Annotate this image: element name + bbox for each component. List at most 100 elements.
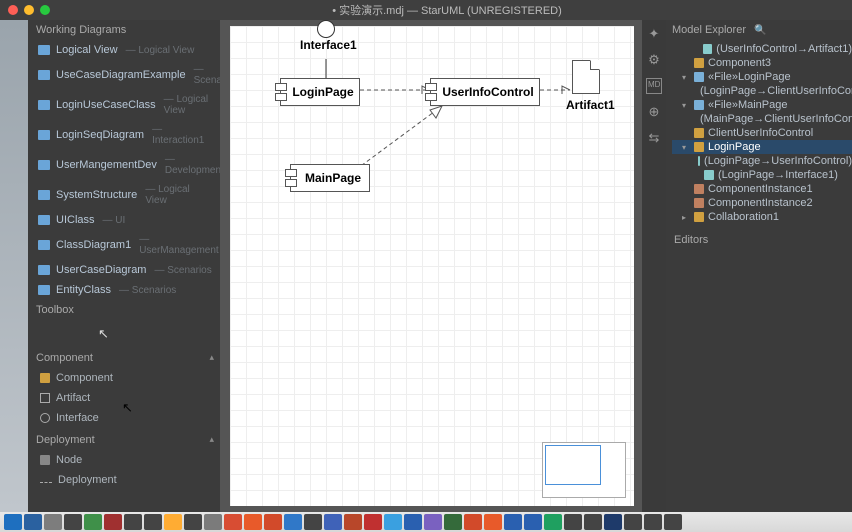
diagram-label: EntityClass [56,284,111,296]
tree-item[interactable]: (UserInfoControl→Artifact1) [672,42,852,56]
working-diagram-item[interactable]: UserCaseDiagram— Scenarios [28,260,220,280]
taskbar-app-icon[interactable] [464,514,482,530]
taskbar-app-icon[interactable] [244,514,262,530]
taskbar-app-icon[interactable] [644,514,662,530]
desktop-left-strip [0,20,28,512]
tree-item[interactable]: ClientUserInfoControl [672,126,852,140]
taskbar-app-icon[interactable] [164,514,182,530]
tree-item[interactable]: (LoginPage→UserInfoControl) [672,154,852,168]
working-diagrams-header[interactable]: Working Diagrams [28,20,220,40]
working-diagram-item[interactable]: UserMangementDev— Development [28,150,220,180]
markdown-icon[interactable]: MD [646,78,662,94]
toolbox-component-header[interactable]: Component [28,348,220,368]
taskbar-app-icon[interactable] [24,514,42,530]
settings-icon[interactable]: ⚙ [646,52,662,68]
tree-item[interactable]: ▾«File»LoginPage [672,70,852,84]
taskbar-app-icon[interactable] [264,514,282,530]
working-diagram-item[interactable]: LoginUseCaseClass— Logical View [28,90,220,120]
taskbar-app-icon[interactable] [104,514,122,530]
extensions-icon[interactable]: ✦ [646,26,662,42]
taskbar-app-icon[interactable] [504,514,522,530]
tree-item[interactable]: ComponentInstance2 [672,196,852,210]
taskbar-app-icon[interactable] [604,514,622,530]
taskbar-app-icon[interactable] [584,514,602,530]
uml-component-userinfocontrol[interactable]: UserInfoControl [430,78,540,106]
working-diagram-item[interactable]: SystemStructure— Logical View [28,180,220,210]
taskbar-app-icon[interactable] [564,514,582,530]
caret-icon: ▾ [682,73,690,82]
os-taskbar [0,512,852,532]
share-icon[interactable]: ⇆ [646,130,662,146]
minimize-icon[interactable] [24,5,34,15]
working-diagram-item[interactable]: UseCaseDiagramExample— Scenari [28,60,220,90]
diagram-label: ClassDiagram1 [56,239,131,251]
taskbar-app-icon[interactable] [204,514,222,530]
taskbar-app-icon[interactable] [544,514,562,530]
taskbar-app-icon[interactable] [124,514,142,530]
uml-artifact[interactable] [572,60,600,94]
taskbar-app-icon[interactable] [4,514,22,530]
diagram-label: UseCaseDiagramExample [56,69,186,81]
diagram-label: LoginUseCaseClass [56,99,156,111]
diagram-icon [38,130,50,140]
uml-interface-circle[interactable] [317,20,335,38]
taskbar-app-icon[interactable] [404,514,422,530]
toolbox-item-deployment[interactable]: Deployment [28,470,220,490]
target-icon[interactable]: ⊕ [646,104,662,120]
taskbar-app-icon[interactable] [424,514,442,530]
toolbox-item-component[interactable]: Component [28,368,220,388]
taskbar-app-icon[interactable] [224,514,242,530]
editors-header[interactable]: Editors [666,230,852,250]
inst-icon [694,198,704,208]
int-icon [40,413,50,423]
taskbar-app-icon[interactable] [84,514,102,530]
toolbox-item-node[interactable]: Node [28,450,220,470]
working-diagram-item[interactable]: Logical View— Logical View [28,40,220,60]
diagram-label: Logical View [56,44,118,56]
taskbar-app-icon[interactable] [624,514,642,530]
tree-item[interactable]: ▸Collaboration1 [672,210,852,224]
working-diagram-item[interactable]: LoginSeqDiagram— Interaction1 [28,120,220,150]
taskbar-app-icon[interactable] [304,514,322,530]
minimap[interactable] [542,442,626,498]
toolbox-header[interactable]: Toolbox [28,300,220,320]
toolbox-item-interface[interactable]: Interface [28,408,220,428]
taskbar-app-icon[interactable] [44,514,62,530]
toolbox-item-artifact[interactable]: Artifact [28,388,220,408]
canvas-area[interactable]: Interface1 LoginPage UserInfoControl Mai… [220,20,642,512]
tree-item[interactable]: Component3 [672,56,852,70]
uml-component-loginpage[interactable]: LoginPage [280,78,360,106]
tree-item[interactable]: (LoginPage→Interface1) [672,168,852,182]
taskbar-app-icon[interactable] [484,514,502,530]
tree-item[interactable]: ▾LoginPage [672,140,852,154]
close-icon[interactable] [8,5,18,15]
taskbar-app-icon[interactable] [324,514,342,530]
taskbar-app-icon[interactable] [444,514,462,530]
taskbar-app-icon[interactable] [344,514,362,530]
taskbar-app-icon[interactable] [524,514,542,530]
taskbar-app-icon[interactable] [64,514,82,530]
toolbox-item-label: Interface [56,412,99,424]
working-diagram-item[interactable]: UIClass— UI [28,210,220,230]
minimap-viewport[interactable] [545,445,601,485]
tree-item[interactable]: ComponentInstance1 [672,182,852,196]
taskbar-app-icon[interactable] [364,514,382,530]
model-explorer-search[interactable] [754,24,846,36]
model-explorer-title: Model Explorer [672,24,746,36]
diagram-canvas[interactable]: Interface1 LoginPage UserInfoControl Mai… [230,26,634,506]
maximize-icon[interactable] [40,5,50,15]
toolbox-deployment-header[interactable]: Deployment [28,430,220,450]
uml-component-mainpage[interactable]: MainPage [290,164,370,192]
tree-item[interactable]: ▾«File»MainPage [672,98,852,112]
working-diagram-item[interactable]: ClassDiagram1— UserManagement [28,230,220,260]
tree-item[interactable]: (LoginPage→ClientUserInfoCont [672,84,852,98]
taskbar-app-icon[interactable] [184,514,202,530]
tree-item[interactable]: (MainPage→ClientUserInfoContr [672,112,852,126]
right-toolstrip: ✦ ⚙ MD ⊕ ⇆ [642,20,666,512]
taskbar-app-icon[interactable] [664,514,682,530]
toolbox-pointer-row[interactable]: ↖ [28,320,220,348]
working-diagram-item[interactable]: EntityClass— Scenarios [28,280,220,300]
taskbar-app-icon[interactable] [384,514,402,530]
taskbar-app-icon[interactable] [144,514,162,530]
taskbar-app-icon[interactable] [284,514,302,530]
